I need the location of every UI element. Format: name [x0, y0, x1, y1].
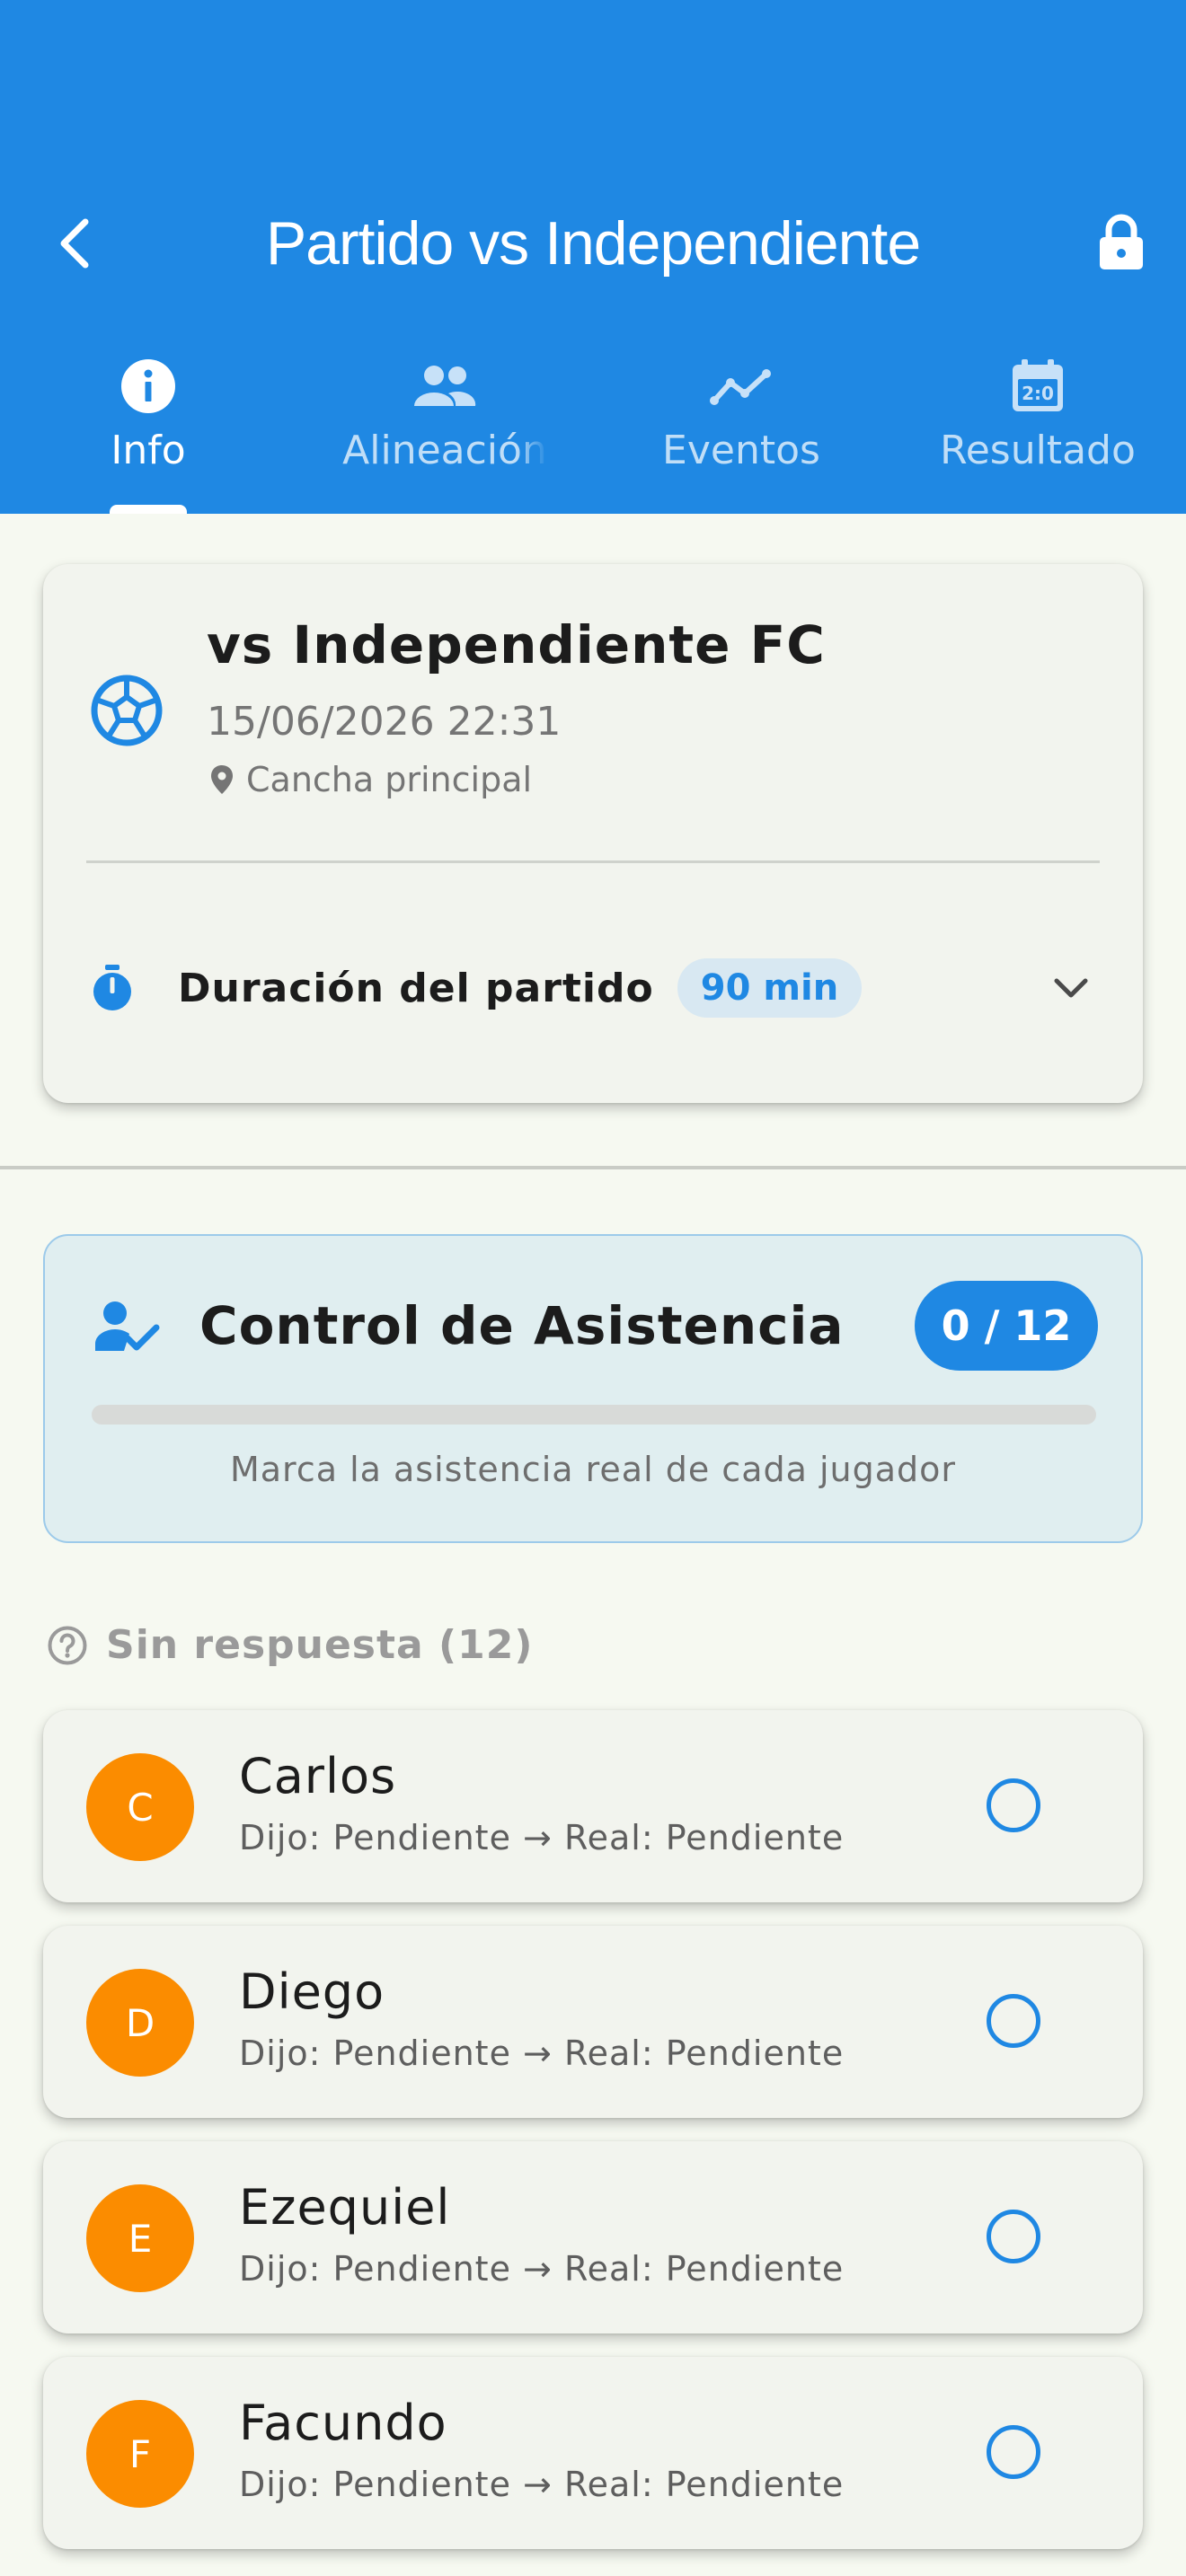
back-button[interactable] [43, 203, 106, 284]
section-divider [0, 1166, 1186, 1169]
trend-icon [710, 369, 771, 405]
app-bar: Partido vs Independiente Info Alineación… [0, 0, 1186, 514]
match-location: Cancha principal [210, 760, 532, 799]
player-status: Dijo: Pendiente → Real: Pendiente [239, 2249, 845, 2289]
lock-button[interactable] [1089, 207, 1154, 278]
attendance-title: Control de Asistencia [199, 1295, 845, 1356]
timer-icon [93, 965, 131, 1010]
player-name: Diego [239, 1963, 385, 2020]
match-info-card: vs Independiente FC 15/06/2026 22:31 Can… [43, 564, 1143, 1103]
tab-label: Resultado [940, 428, 1136, 473]
tab-info[interactable]: Info [0, 341, 296, 514]
avatar: D [86, 1969, 194, 2077]
tab-alineacion[interactable]: Alineación [296, 341, 593, 514]
player-card[interactable]: C Carlos Dijo: Pendiente → Real: Pendien… [43, 1710, 1143, 1902]
chevron-down-icon[interactable] [1053, 976, 1089, 1000]
divider [86, 860, 1100, 863]
duration-row[interactable]: Duración del partido 90 min [90, 952, 1107, 1024]
player-status: Dijo: Pendiente → Real: Pendiente [239, 1818, 845, 1857]
tab-bar: Info Alineación Eventos 2:0 Resultado [0, 341, 1186, 514]
back-arrow-icon [60, 218, 89, 269]
tab-label: Alineación [342, 428, 547, 473]
match-datetime: 15/06/2026 22:31 [207, 699, 562, 745]
duration-chip: 90 min [677, 958, 863, 1018]
tab-eventos[interactable]: Eventos [593, 341, 890, 514]
group-header: Sin respuesta (12) [47, 1622, 534, 1668]
player-status: Dijo: Pendiente → Real: Pendiente [239, 2033, 845, 2073]
location-pin-icon [211, 765, 233, 794]
soccer-ball-icon [91, 675, 163, 746]
player-name: Carlos [239, 1748, 397, 1804]
attendance-progress [92, 1405, 1096, 1425]
attendance-card: Control de Asistencia 0 / 12 Marca la as… [43, 1234, 1143, 1543]
player-status: Dijo: Pendiente → Real: Pendiente [239, 2465, 845, 2504]
attendance-subtitle: Marca la asistencia real de cada jugador [229, 1450, 957, 1489]
opponent-title: vs Independiente FC [207, 614, 826, 675]
group-title: Sin respuesta (12) [106, 1622, 534, 1668]
people-icon [414, 366, 476, 406]
tab-indicator [110, 505, 187, 514]
person-check-icon [95, 1301, 160, 1351]
player-card[interactable]: D Diego Dijo: Pendiente → Real: Pendient… [43, 1926, 1143, 2118]
info-icon [121, 359, 175, 413]
tab-label: Info [111, 428, 186, 473]
svg-text:2:0: 2:0 [1022, 383, 1054, 404]
attendance-radio[interactable] [987, 1778, 1040, 1832]
help-circle-icon [48, 1626, 87, 1664]
lock-icon [1100, 214, 1143, 269]
attendance-radio[interactable] [987, 2425, 1040, 2479]
player-name: Ezequiel [239, 2179, 451, 2236]
location-text: Cancha principal [246, 760, 533, 799]
scoreboard-icon: 2:0 [1013, 359, 1063, 411]
player-name: Facundo [239, 2395, 447, 2451]
player-card[interactable]: E Ezequiel Dijo: Pendiente → Real: Pendi… [43, 2141, 1143, 2333]
attendance-radio[interactable] [987, 1994, 1040, 2048]
duration-label: Duración del partido [178, 965, 654, 1011]
player-card[interactable]: F Facundo Dijo: Pendiente → Real: Pendie… [43, 2357, 1143, 2549]
attendance-count-badge: 0 / 12 [915, 1281, 1098, 1371]
avatar: F [86, 2400, 194, 2508]
avatar: E [86, 2184, 194, 2292]
page-title: Partido vs Independiente [265, 209, 921, 278]
attendance-radio[interactable] [987, 2210, 1040, 2263]
tab-label: Eventos [662, 428, 820, 473]
avatar: C [86, 1753, 194, 1861]
tab-resultado[interactable]: 2:0 Resultado [890, 341, 1186, 514]
